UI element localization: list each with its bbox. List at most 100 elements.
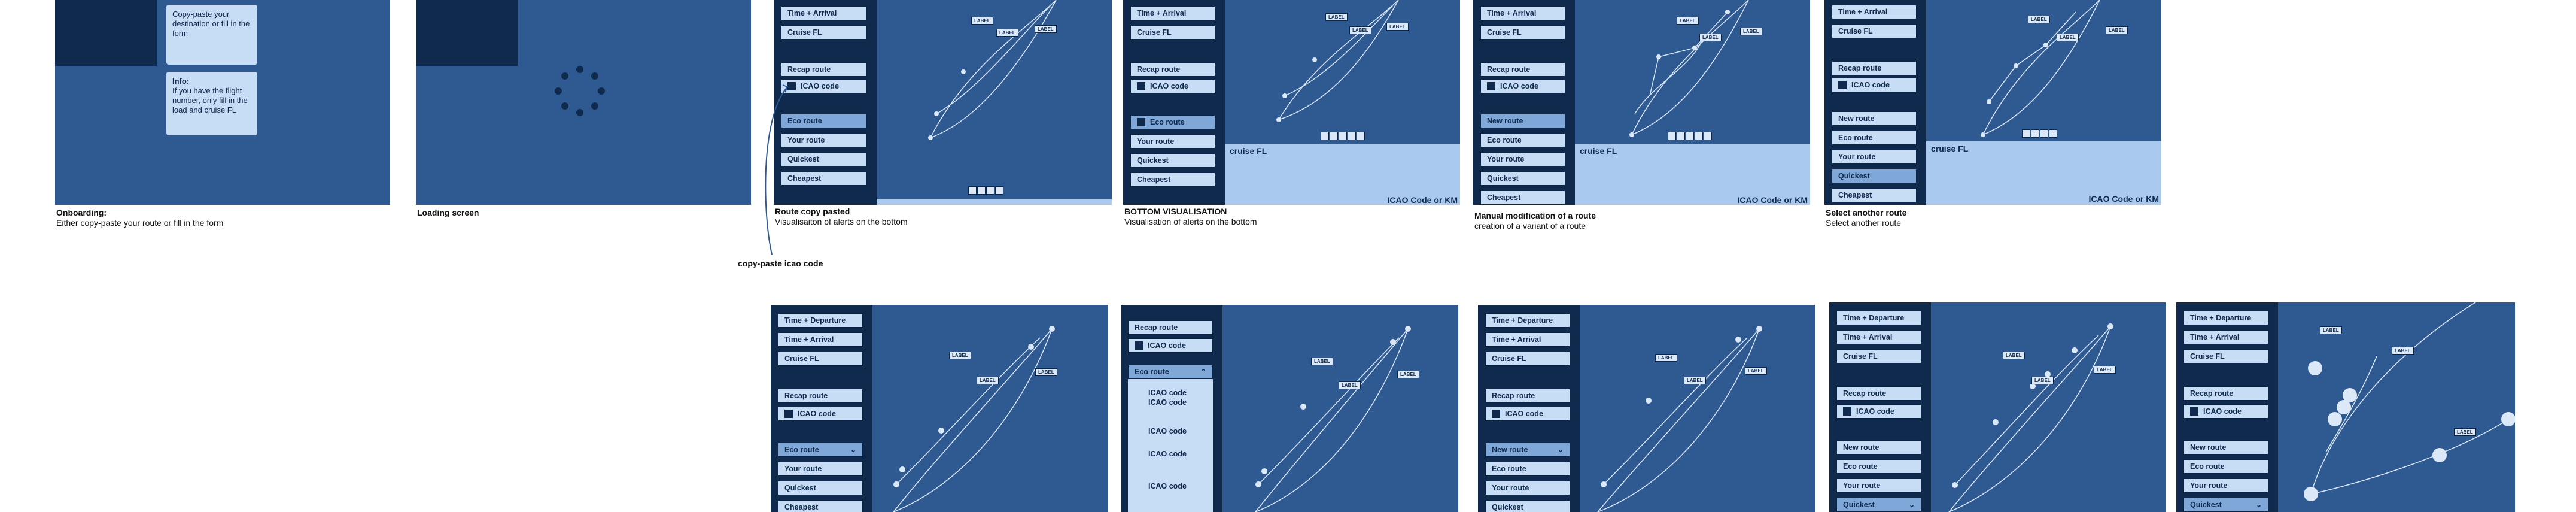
quickest-button[interactable]: Quickest (778, 481, 863, 495)
icao-code-button[interactable]: ICAO code (1485, 407, 1570, 421)
checkbox-icon[interactable] (2190, 407, 2198, 416)
loading-spinner-icon (555, 66, 605, 116)
cruise-fl-button[interactable]: Cruise FL (2183, 349, 2268, 363)
route-map (1597, 326, 1762, 512)
icao-code-button[interactable]: ICAO code (1832, 78, 1917, 92)
icao-code-button[interactable]: ICAO code (1130, 79, 1215, 93)
cheapest-button[interactable]: Cheapest (1130, 172, 1215, 187)
new-route-button[interactable]: New route (1480, 114, 1565, 128)
cruise-fl-button[interactable]: Cruise FL (1485, 352, 1570, 366)
icao-code-label: ICAO code (1148, 341, 1186, 350)
time-arrival-button[interactable]: Time + Arrival (778, 332, 863, 347)
quickest-button[interactable]: Quickest (1480, 171, 1565, 186)
caption-title: Select another route (1826, 208, 1907, 217)
checkbox-icon[interactable] (1487, 82, 1495, 90)
connector-arrow-icon (765, 84, 789, 255)
dropdown-item[interactable]: ICAO code (1148, 482, 1187, 490)
cruise-fl-button[interactable]: Cruise FL (781, 25, 867, 40)
recap-route-button[interactable]: Recap route (1836, 386, 1921, 401)
checkbox-icon[interactable] (1492, 410, 1500, 418)
quickest-dropdown[interactable]: Quickest ⌄ (2183, 498, 2268, 512)
recap-route-button[interactable]: Recap route (1128, 320, 1213, 335)
cheapest-button[interactable]: Cheapest (778, 500, 863, 512)
quickest-button[interactable]: Quickest (1832, 169, 1917, 183)
checkbox-icon[interactable] (1838, 81, 1847, 89)
time-departure-button[interactable]: Time + Departure (1836, 311, 1921, 325)
recap-route-button[interactable]: Recap route (781, 62, 867, 77)
cruise-fl-button[interactable]: Cruise FL (1130, 25, 1215, 40)
time-arrival-button[interactable]: Time + Arrival (1485, 332, 1570, 347)
panel-cruise-fl: cruise FL (1580, 146, 1617, 156)
dropdown-item[interactable]: ICAO code (1148, 450, 1187, 458)
checkbox-icon[interactable] (784, 410, 793, 418)
checkbox-icon[interactable] (1137, 118, 1145, 126)
cheapest-button[interactable]: Cheapest (1480, 190, 1565, 205)
eco-route-button[interactable]: Eco route (1832, 131, 1917, 145)
dropdown-item[interactable]: ICAO code (1148, 389, 1187, 397)
your-route-button[interactable]: Your route (2183, 478, 2268, 493)
new-route-dropdown[interactable]: New route ⌄ (1485, 443, 1570, 457)
cruise-fl-button[interactable]: Cruise FL (1832, 24, 1917, 38)
icao-code-button[interactable]: ICAO code (778, 407, 863, 421)
checkbox-icon[interactable] (1137, 82, 1145, 90)
cheapest-button[interactable]: Cheapest (1832, 188, 1917, 202)
recap-route-button[interactable]: Recap route (2183, 386, 2268, 401)
quickest-button[interactable]: Quickest (1130, 153, 1215, 168)
time-departure-button[interactable]: Time + Departure (2183, 311, 2268, 325)
recap-route-button[interactable]: Recap route (1130, 62, 1215, 77)
quickest-dropdown[interactable]: Quickest ⌄ (1836, 498, 1921, 512)
icao-code-button[interactable]: ICAO code (1128, 338, 1213, 353)
eco-route-label: Eco route (1150, 118, 1185, 126)
icao-code-button[interactable]: ICAO code (1836, 404, 1921, 419)
map-label: LABEL (1655, 354, 1677, 362)
time-arrival-button[interactable]: Time + Arrival (1130, 6, 1215, 20)
route-map (1276, 0, 1399, 122)
quickest-button[interactable]: Quickest (1485, 500, 1570, 512)
your-route-button[interactable]: Your route (1485, 481, 1570, 495)
time-arrival-button[interactable]: Time + Arrival (1836, 330, 1921, 344)
eco-route-button[interactable]: Eco route (1480, 133, 1565, 147)
recap-route-button[interactable]: Recap route (1832, 61, 1917, 75)
icao-code-button[interactable]: ICAO code (2183, 404, 2268, 419)
new-route-button[interactable]: New route (1832, 111, 1917, 126)
eco-route-button[interactable]: Eco route (1485, 462, 1570, 476)
your-route-button[interactable]: Your route (1836, 478, 1921, 493)
panel-icao-km: ICAO Code or KM (1387, 195, 1458, 205)
quickest-label: Quickest (2190, 501, 2222, 509)
your-route-button[interactable]: Your route (1130, 134, 1215, 149)
new-route-button[interactable]: New route (1836, 440, 1921, 455)
eco-route-dropdown[interactable]: Eco route ⌃ (1128, 365, 1213, 379)
new-route-button[interactable]: New route (2183, 440, 2268, 455)
time-arrival-button[interactable]: Time + Arrival (2183, 330, 2268, 344)
recap-route-button[interactable]: Recap route (1485, 389, 1570, 403)
map-label: LABEL (1745, 367, 1767, 375)
caption-title: Manual modification of a route (1474, 211, 1596, 220)
time-arrival-button[interactable]: Time + Arrival (781, 6, 867, 20)
dropdown-list: ICAO code ICAO code ICAO code ICAO code … (1128, 379, 1213, 512)
time-departure-button[interactable]: Time + Departure (778, 313, 863, 328)
eco-route-dropdown[interactable]: Eco route ⌄ (778, 443, 863, 457)
recap-route-button[interactable]: Recap route (778, 389, 863, 403)
your-route-button[interactable]: Your route (1480, 152, 1565, 166)
your-route-button[interactable]: Your route (778, 462, 863, 476)
eco-route-button[interactable]: Eco route (2183, 459, 2268, 474)
caption-onboarding: Onboarding: Either copy-paste your route… (56, 208, 223, 228)
map-label: LABEL (1325, 13, 1348, 21)
eco-route-button[interactable]: Eco route (1836, 459, 1921, 474)
route-map (1948, 323, 2113, 512)
panel-cruise-fl: cruise FL (1230, 146, 1267, 156)
time-arrival-button[interactable]: Time + Arrival (1480, 6, 1565, 20)
your-route-button[interactable]: Your route (1832, 150, 1917, 164)
dropdown-item[interactable]: ICAO code (1148, 427, 1187, 435)
cruise-fl-button[interactable]: Cruise FL (1480, 25, 1565, 40)
checkbox-icon[interactable] (1843, 407, 1851, 416)
checkbox-icon[interactable] (1135, 341, 1143, 350)
time-departure-button[interactable]: Time + Departure (1485, 313, 1570, 328)
recap-route-button[interactable]: Recap route (1480, 62, 1565, 77)
cruise-fl-button[interactable]: Cruise FL (778, 352, 863, 366)
icao-code-button[interactable]: ICAO code (1480, 79, 1565, 93)
dropdown-item[interactable]: ICAO code (1148, 398, 1187, 407)
eco-route-button[interactable]: Eco route (1130, 115, 1215, 129)
cruise-fl-button[interactable]: Cruise FL (1836, 349, 1921, 363)
time-arrival-button[interactable]: Time + Arrival (1832, 5, 1917, 19)
